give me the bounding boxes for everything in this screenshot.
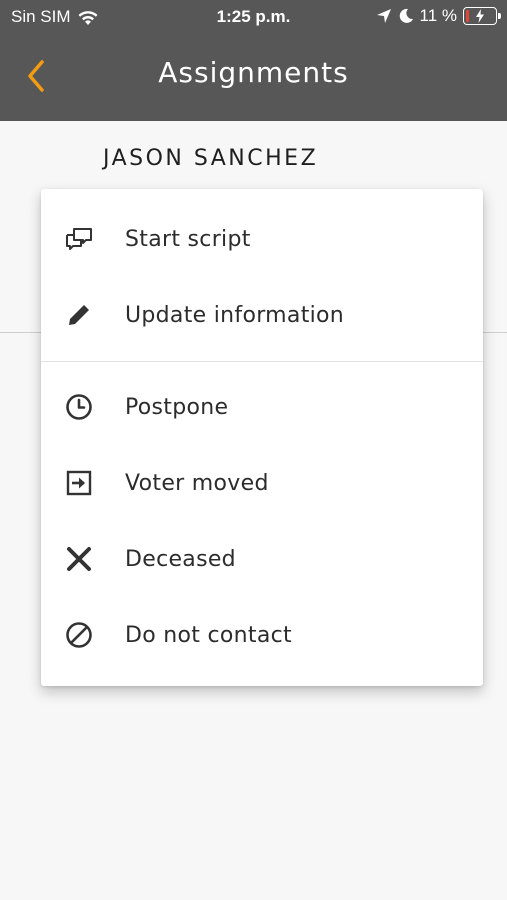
menu-item-label: Voter moved [125,470,269,496]
status-right-group: 11 % [376,6,501,26]
battery-icon [463,7,501,25]
menu-item-start-script[interactable]: Start script [41,201,483,277]
menu-item-deceased[interactable]: Deceased [41,521,483,597]
x-icon [63,543,95,575]
charging-bolt-icon [476,9,484,23]
menu-item-postpone[interactable]: Postpone [41,369,483,445]
pencil-icon [63,299,95,331]
menu-item-label: Do not contact [125,622,292,648]
moon-icon [399,8,413,23]
status-bar: Sin SIM 1:25 p.m. 11 % [0,0,507,34]
page-title: Assignments [158,56,349,89]
chat-bubbles-icon [63,223,95,255]
menu-item-label: Start script [125,226,251,252]
menu-item-update-information[interactable]: Update information [41,277,483,353]
menu-item-label: Postpone [125,394,229,420]
menu-item-do-not-contact[interactable]: Do not contact [41,597,483,673]
voter-actions-menu: Start script Update information Postpone [41,189,483,686]
battery-nub [498,13,501,19]
menu-item-label: Deceased [125,546,236,572]
menu-item-label: Update information [125,302,345,328]
block-icon [63,619,95,651]
move-arrow-icon [63,467,95,499]
nav-bar: Assignments [0,34,507,121]
clock-icon [63,391,95,423]
menu-item-voter-moved[interactable]: Voter moved [41,445,483,521]
battery-level-fill [466,10,469,22]
battery-percent: 11 % [419,6,458,25]
app-header: Sin SIM 1:25 p.m. 11 % Assignments [0,0,507,121]
menu-separator [41,361,483,362]
location-arrow-icon [376,9,391,23]
voter-name: JASON SANCHEZ [103,146,319,171]
